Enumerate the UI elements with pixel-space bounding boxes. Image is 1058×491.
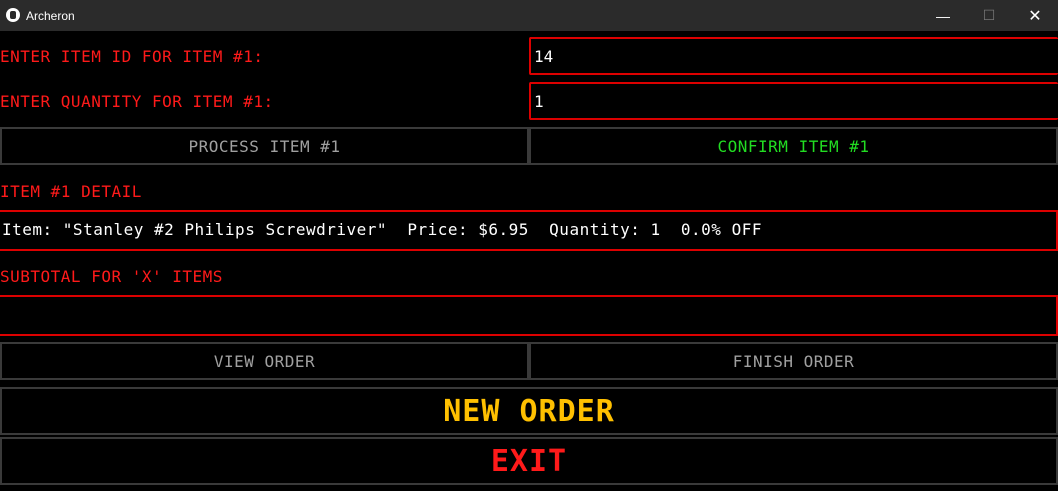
subtotal-heading: SUBTOTAL FOR 'X' ITEMS <box>0 267 223 286</box>
maximize-button[interactable]: ☐ <box>966 0 1012 31</box>
new-order-button[interactable]: NEW ORDER <box>0 387 1058 435</box>
title-bar: Archeron — ☐ ✕ <box>0 0 1058 31</box>
quantity-label: ENTER QUANTITY FOR ITEM #1: <box>0 92 274 111</box>
app-logo-icon <box>6 8 20 22</box>
item-id-field-frame <box>529 37 1058 75</box>
process-item-button[interactable]: PROCESS ITEM #1 <box>0 127 529 165</box>
exit-button[interactable]: EXIT <box>0 437 1058 485</box>
window-title: Archeron <box>26 9 75 23</box>
view-order-button[interactable]: VIEW ORDER <box>0 342 529 380</box>
item-detail-text: Item: "Stanley #2 Philips Screwdriver" P… <box>2 220 762 239</box>
quantity-input[interactable] <box>531 84 1058 118</box>
finish-order-button[interactable]: FINISH ORDER <box>529 342 1058 380</box>
confirm-item-button[interactable]: CONFIRM ITEM #1 <box>529 127 1058 165</box>
minimize-button[interactable]: — <box>920 0 966 31</box>
item-id-input[interactable] <box>531 39 1058 73</box>
subtotal-box <box>0 295 1058 336</box>
item-id-label: ENTER ITEM ID FOR ITEM #1: <box>0 47 264 66</box>
item-detail-heading: ITEM #1 DETAIL <box>0 182 142 201</box>
close-button[interactable]: ✕ <box>1012 0 1058 31</box>
quantity-field-frame <box>529 82 1058 120</box>
